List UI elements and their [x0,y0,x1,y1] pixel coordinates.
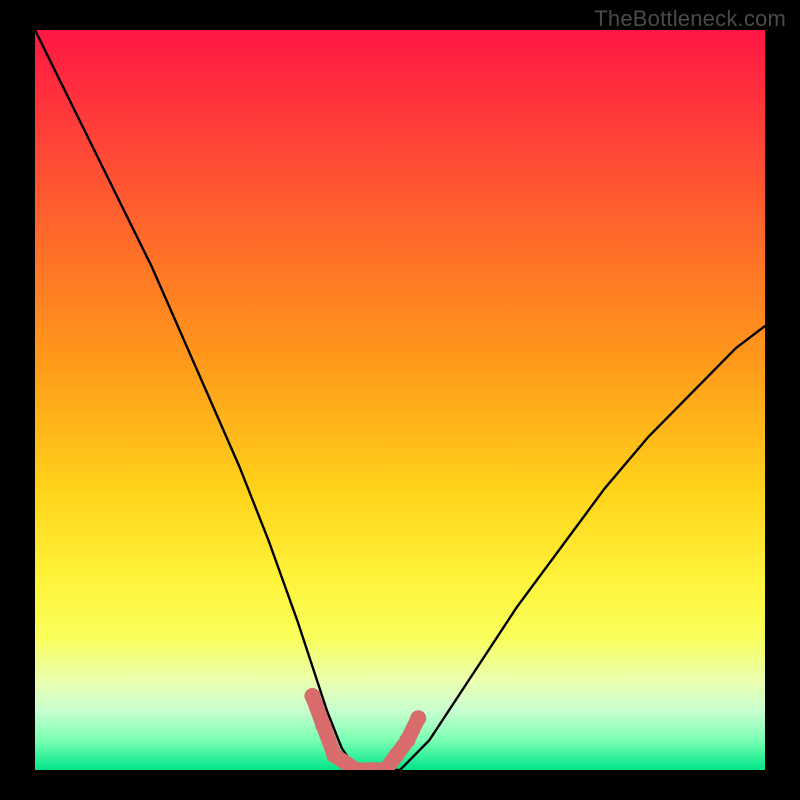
chart-frame: TheBottleneck.com [0,0,800,800]
plot-area [35,30,765,770]
curve-marker [399,732,415,748]
curve-marker [315,718,331,734]
curve-marker [326,747,342,763]
curve-marker [304,688,320,704]
watermark-text: TheBottleneck.com [594,6,786,32]
bottleneck-chart [35,30,765,770]
gradient-background [35,30,765,770]
curve-marker [410,710,426,726]
curve-marker [388,747,404,763]
